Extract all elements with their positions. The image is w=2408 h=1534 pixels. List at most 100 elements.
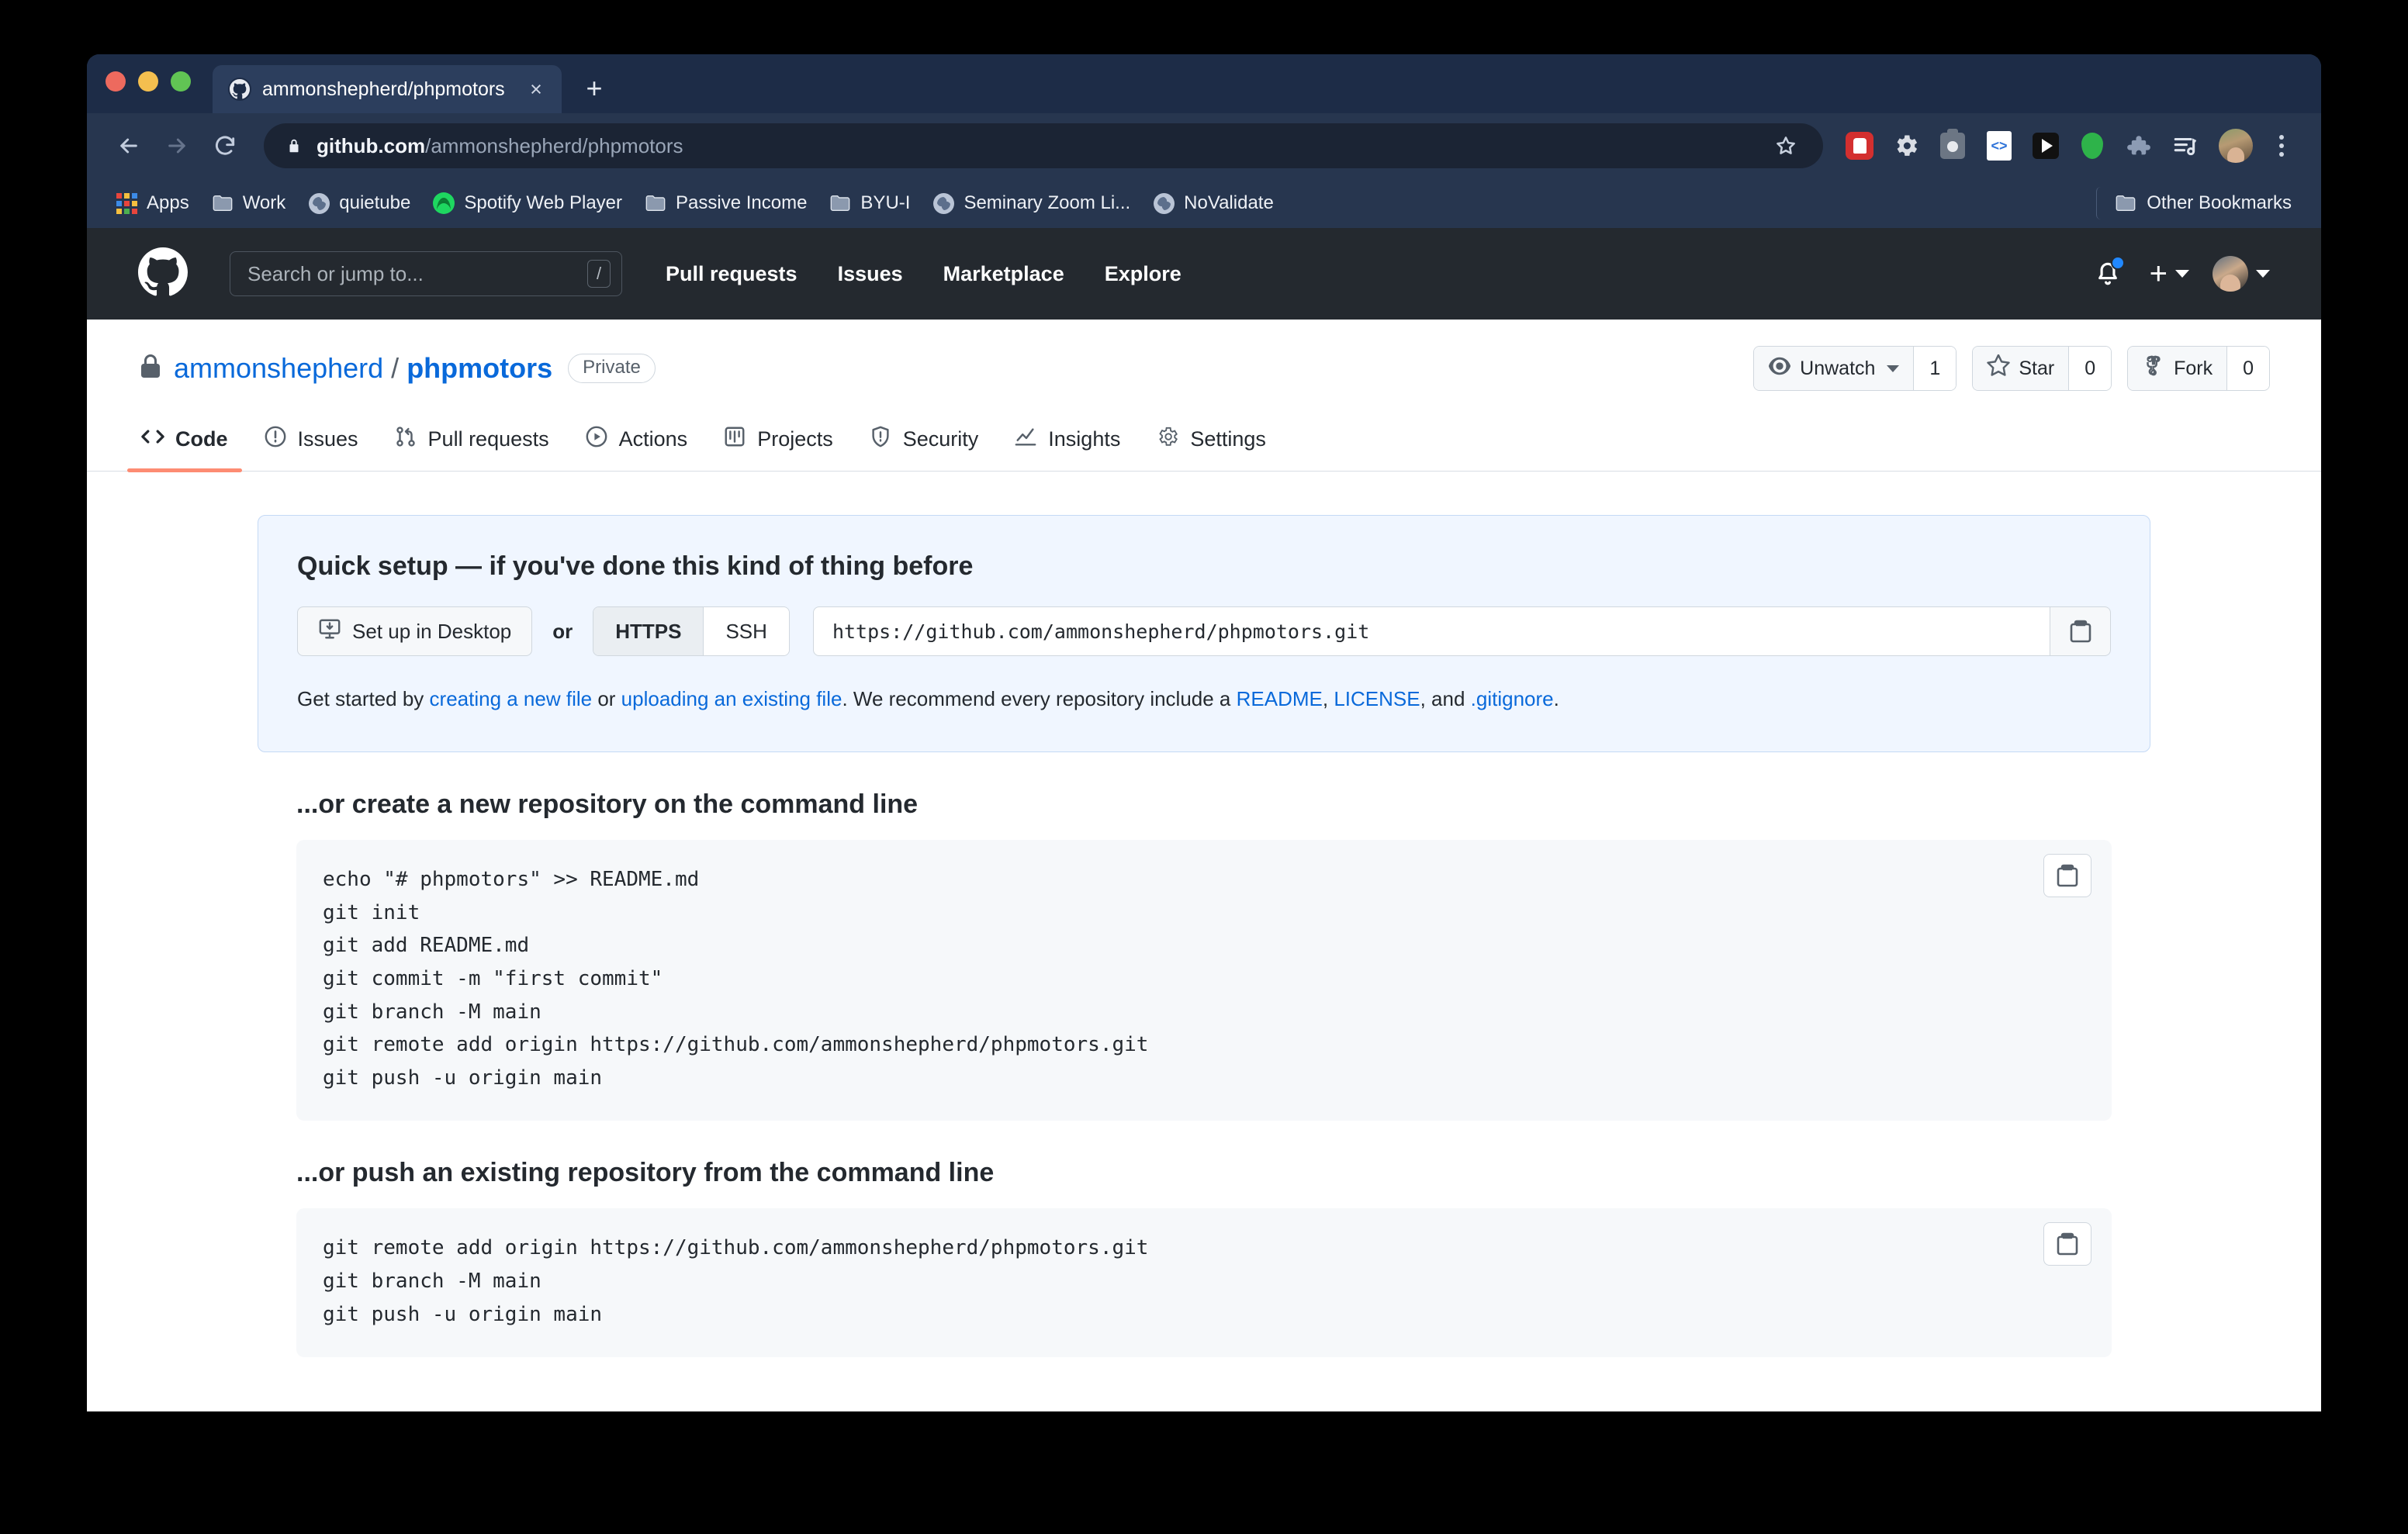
puzzle-extensions-icon[interactable] bbox=[2118, 125, 2160, 167]
close-tab-icon[interactable]: × bbox=[523, 76, 549, 102]
bookmark-spotify-web-player[interactable]: Spotify Web Player bbox=[423, 187, 631, 219]
tab-settings[interactable]: Settings bbox=[1142, 414, 1280, 471]
bookmark-novalidate[interactable]: NoValidate bbox=[1143, 187, 1283, 219]
play-icon[interactable] bbox=[2025, 125, 2067, 167]
browser-toolbar: github.com/ammonshepherd/phpmotors <> bbox=[87, 113, 2321, 178]
copy-code-button[interactable] bbox=[2043, 854, 2091, 897]
fork-button[interactable]: Fork bbox=[2128, 347, 2227, 390]
tab-label: Pull requests bbox=[427, 427, 549, 451]
gitignore-link[interactable]: .gitignore bbox=[1471, 687, 1554, 710]
copy-code-button[interactable] bbox=[2043, 1222, 2091, 1266]
git-pull-request-icon bbox=[394, 425, 417, 454]
get-started-mid4: , and bbox=[1420, 687, 1471, 710]
readme-link[interactable]: README bbox=[1237, 687, 1323, 710]
bookmark-apps[interactable]: Apps bbox=[106, 187, 199, 219]
tab-insights[interactable]: Insights bbox=[1000, 414, 1134, 471]
adblock-icon[interactable] bbox=[1839, 125, 1880, 167]
bookmark-seminary-zoom[interactable]: Seminary Zoom Li... bbox=[922, 187, 1140, 219]
fork-count[interactable]: 0 bbox=[2226, 347, 2269, 390]
quick-setup-panel: Quick setup — if you've done this kind o… bbox=[258, 515, 2150, 752]
balloon-icon[interactable] bbox=[2071, 125, 2113, 167]
watch-button-group: Unwatch 1 bbox=[1753, 346, 1957, 391]
tab-label: Security bbox=[902, 427, 979, 451]
set-up-in-desktop-button[interactable]: Set up in Desktop bbox=[297, 606, 533, 656]
upload-existing-file-link[interactable]: uploading an existing file bbox=[621, 687, 842, 710]
license-link[interactable]: LICENSE bbox=[1334, 687, 1420, 710]
other-bookmarks-folder[interactable]: Other Bookmarks bbox=[2096, 187, 2301, 219]
search-input[interactable]: Search or jump to... / bbox=[230, 251, 622, 296]
nav-explore[interactable]: Explore bbox=[1105, 262, 1182, 286]
nav-marketplace[interactable]: Marketplace bbox=[943, 262, 1064, 286]
github-mark-icon[interactable] bbox=[138, 247, 188, 301]
unwatch-label: Unwatch bbox=[1800, 357, 1876, 379]
bookmark-passive-income[interactable]: Passive Income bbox=[635, 187, 816, 219]
forward-button[interactable] bbox=[155, 124, 199, 168]
user-menu[interactable] bbox=[2213, 256, 2270, 292]
lock-icon bbox=[285, 136, 303, 156]
tab-issues[interactable]: Issues bbox=[250, 414, 372, 471]
gear-icon bbox=[1156, 425, 1179, 454]
repo-name-link[interactable]: phpmotors bbox=[407, 352, 552, 385]
nav-issues[interactable]: Issues bbox=[838, 262, 903, 286]
repo-owner-link[interactable]: ammonshepherd bbox=[174, 352, 383, 385]
or-separator: or bbox=[552, 619, 573, 643]
new-tab-button[interactable]: + bbox=[573, 67, 616, 110]
protocol-https-button[interactable]: HTTPS bbox=[593, 607, 704, 655]
back-button[interactable] bbox=[107, 124, 150, 168]
tab-security[interactable]: Security bbox=[855, 414, 993, 471]
create-new-menu[interactable]: + bbox=[2150, 258, 2189, 289]
reload-button[interactable] bbox=[203, 124, 247, 168]
bookmark-byu-i[interactable]: BYU-I bbox=[819, 187, 919, 219]
other-bookmarks-label: Other Bookmarks bbox=[2147, 192, 2292, 213]
address-bar[interactable]: github.com/ammonshepherd/phpmotors bbox=[264, 123, 1823, 168]
bookmark-work[interactable]: Work bbox=[202, 187, 296, 219]
gear-icon[interactable] bbox=[1885, 125, 1927, 167]
bookmark-quietube[interactable]: quietube bbox=[298, 187, 420, 219]
clone-url-input[interactable]: https://github.com/ammonshepherd/phpmoto… bbox=[812, 606, 2050, 656]
desktop-download-icon bbox=[318, 617, 341, 646]
browser-tab[interactable]: ammonshepherd/phpmotors × bbox=[213, 65, 562, 113]
nav-pull-requests[interactable]: Pull requests bbox=[666, 262, 797, 286]
copy-clone-url-button[interactable] bbox=[2050, 606, 2111, 656]
browser-profile-avatar[interactable] bbox=[2219, 129, 2253, 163]
star-icon bbox=[1987, 354, 2011, 383]
tab-label: Actions bbox=[618, 427, 688, 451]
tab-code[interactable]: Code bbox=[127, 414, 242, 472]
camera-icon[interactable] bbox=[1932, 125, 1974, 167]
tab-label: Projects bbox=[757, 427, 833, 451]
watch-count[interactable]: 1 bbox=[1913, 347, 1956, 390]
star-button[interactable]: Star bbox=[1973, 347, 2069, 390]
clone-url-group: https://github.com/ammonshepherd/phpmoto… bbox=[812, 606, 2111, 656]
shield-icon bbox=[869, 425, 892, 454]
chevron-down-icon bbox=[2256, 270, 2270, 278]
tab-label: Issues bbox=[297, 427, 358, 451]
music-queue-icon[interactable] bbox=[2164, 125, 2206, 167]
bookmark-star-icon[interactable] bbox=[1766, 126, 1806, 166]
unwatch-button[interactable]: Unwatch bbox=[1754, 347, 1914, 390]
browser-tab-strip: ammonshepherd/phpmotors × + bbox=[87, 54, 2321, 113]
bookmark-label: BYU-I bbox=[860, 192, 911, 213]
star-count[interactable]: 0 bbox=[2068, 347, 2112, 390]
maximize-window-button[interactable] bbox=[171, 71, 191, 92]
folder-icon bbox=[829, 192, 852, 215]
chevron-down-icon bbox=[1887, 364, 1900, 372]
protocol-ssh-button[interactable]: SSH bbox=[703, 607, 789, 655]
get-started-mid3: , bbox=[1322, 687, 1334, 710]
url-host: github.com bbox=[317, 133, 426, 157]
notifications-bell-icon[interactable] bbox=[2089, 255, 2126, 292]
close-window-button[interactable] bbox=[106, 71, 126, 92]
tab-pull-requests[interactable]: Pull requests bbox=[380, 414, 563, 471]
create-new-file-link[interactable]: creating a new file bbox=[430, 687, 593, 710]
issue-opened-icon bbox=[264, 425, 287, 454]
section-title: ...or push an existing repository from t… bbox=[296, 1158, 995, 1188]
get-started-text: Get started by creating a new file or up… bbox=[297, 684, 2111, 714]
browser-menu-icon[interactable] bbox=[2262, 125, 2301, 167]
tab-projects[interactable]: Projects bbox=[709, 414, 847, 471]
notification-unread-dot bbox=[2110, 256, 2125, 270]
code-file-icon[interactable]: <> bbox=[1978, 125, 2020, 167]
lock-icon bbox=[138, 353, 174, 385]
tab-actions[interactable]: Actions bbox=[571, 414, 702, 471]
globe-icon bbox=[307, 192, 330, 215]
global-header-actions: + bbox=[2089, 255, 2270, 292]
minimize-window-button[interactable] bbox=[138, 71, 158, 92]
